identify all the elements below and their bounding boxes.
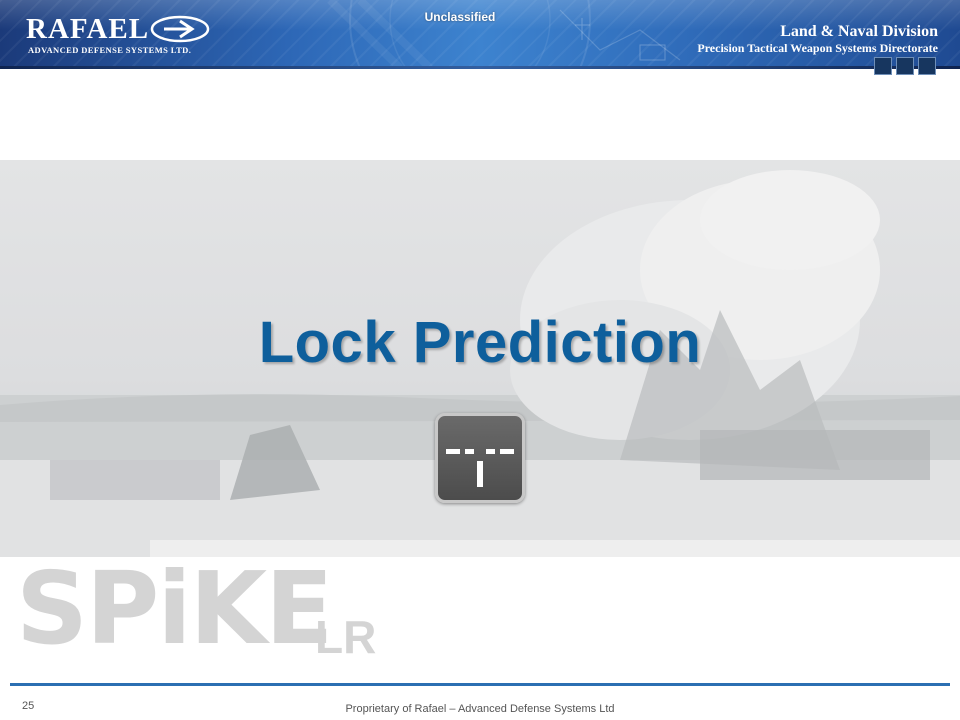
product-variant: LR <box>315 611 377 663</box>
footer-proprietary-notice: Proprietary of Rafael – Advanced Defense… <box>345 703 615 715</box>
rafael-logo: RAFAEL ADVANCED DEFENSE SYSTEMS LTD. <box>22 12 222 58</box>
division-title: Land & Naval Division <box>780 23 938 40</box>
directorate-title: Precision Tactical Weapon Systems Direct… <box>697 41 938 55</box>
spike-lr-logo: SPiKE LR <box>10 554 400 670</box>
square-decoration <box>896 57 914 75</box>
square-decoration <box>918 57 936 75</box>
header-squares <box>874 57 936 75</box>
footer-divider <box>10 683 950 686</box>
classification-label: Unclassified <box>424 10 496 24</box>
product-name: SPiKE <box>16 550 333 667</box>
slide-title: Lock Prediction <box>258 310 702 375</box>
lock-prediction-icon <box>435 413 525 503</box>
crosshair-glyph <box>446 449 514 487</box>
logo-wordmark: RAFAEL <box>26 13 150 45</box>
rafael-emblem-icon <box>150 15 210 43</box>
banner-edge <box>0 66 960 69</box>
square-decoration <box>874 57 892 75</box>
header-banner: RAFAEL ADVANCED DEFENSE SYSTEMS LTD. Unc… <box>0 0 960 68</box>
logo-tagline: ADVANCED DEFENSE SYSTEMS LTD. <box>28 45 192 55</box>
